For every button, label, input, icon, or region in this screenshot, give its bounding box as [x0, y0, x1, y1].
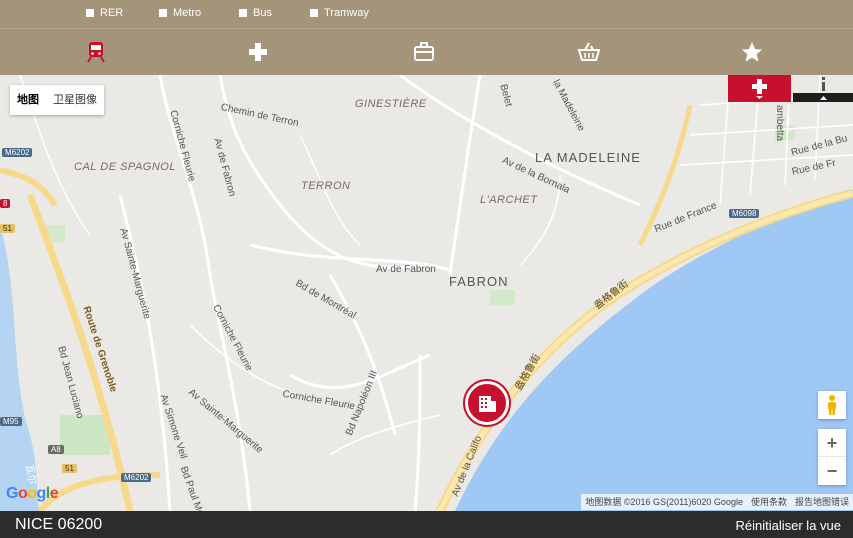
- category-shopping[interactable]: [577, 40, 601, 64]
- transport-filter-bar: RER Metro Bus Tramway: [0, 0, 853, 28]
- label-51-shield-2: 51: [0, 224, 15, 233]
- category-bar: [0, 28, 853, 75]
- label-larchet: L'ARCHET: [480, 194, 538, 206]
- label-gambetta: ambetta: [774, 105, 785, 142]
- filter-metro[interactable]: Metro: [159, 7, 201, 19]
- location-marker[interactable]: [465, 381, 509, 425]
- label-cal-de-spagnol: CAL DE SPAGNOL: [74, 161, 176, 173]
- label-la-madeleine: LA MADELEINE: [535, 150, 641, 165]
- filter-bus[interactable]: Bus: [239, 7, 272, 19]
- zoom-in-button[interactable]: +: [818, 429, 846, 457]
- label-m6202-shield: M6202: [2, 148, 33, 157]
- star-icon: [742, 42, 762, 62]
- map-base-layer: [0, 75, 853, 511]
- label-fabron: FABRON: [449, 274, 509, 289]
- checkbox-icon[interactable]: [310, 9, 318, 17]
- label-av-fabron-2: Av de Fabron: [376, 264, 436, 275]
- filter-label: Tramway: [324, 7, 369, 19]
- attribution-data: 地图数据 ©2016 GS(2011)6020 Google: [585, 497, 743, 507]
- map-type-satellite-button[interactable]: 卫星图像: [46, 85, 104, 115]
- checkbox-icon[interactable]: [86, 9, 94, 17]
- zoom-out-button[interactable]: −: [818, 457, 846, 485]
- train-icon: [87, 42, 105, 63]
- label-m6202-shield-2: M6202: [121, 473, 152, 482]
- street-view-pegman[interactable]: [818, 391, 846, 419]
- reset-view-link[interactable]: Réinitialiser la vue: [736, 518, 842, 533]
- map-type-toggle: 地图 卫星图像: [10, 85, 104, 115]
- pegman-icon: [828, 395, 836, 415]
- plus-icon: [752, 79, 767, 99]
- medical-cross-icon: [249, 43, 267, 61]
- category-favorites[interactable]: [740, 40, 764, 64]
- google-logo: Google: [6, 485, 59, 502]
- info-button[interactable]: [793, 75, 853, 102]
- filter-label: Metro: [173, 7, 202, 19]
- filter-label: RER: [100, 7, 124, 19]
- category-transport[interactable]: [84, 40, 108, 64]
- filter-label: Bus: [253, 7, 272, 19]
- briefcase-icon: [414, 42, 434, 61]
- shopping-basket-icon: [577, 42, 601, 61]
- map-attribution: 地图数据 ©2016 GS(2011)6020 Google 使用条款 报告地图…: [581, 494, 853, 510]
- map-canvas[interactable]: GINESTIÈRE LA MADELEINE CAL DE SPAGNOL T…: [0, 75, 853, 511]
- category-business[interactable]: [412, 40, 436, 64]
- filter-tramway[interactable]: Tramway: [310, 7, 369, 19]
- checkbox-icon[interactable]: [239, 9, 247, 17]
- location-title: NICE 06200: [15, 516, 103, 533]
- label-m6098-shield: M6098: [729, 209, 760, 218]
- info-icon: [793, 77, 853, 102]
- label-a8-shield: A8: [48, 445, 64, 454]
- label-ginestiere: GINESTIÈRE: [355, 98, 427, 110]
- category-health[interactable]: [246, 40, 270, 64]
- filter-rer[interactable]: RER: [86, 7, 123, 19]
- checkbox-icon[interactable]: [159, 9, 167, 17]
- zoom-control: + −: [818, 429, 846, 485]
- label-var-river: 瓦尔: [23, 463, 38, 486]
- report-error-link[interactable]: 报告地图错误: [791, 494, 853, 510]
- add-place-button[interactable]: [728, 75, 791, 102]
- label-8-shield: 8: [0, 199, 11, 208]
- footer-bar: NICE 06200 Réinitialiser la vue: [0, 511, 853, 538]
- label-51-shield: 51: [62, 464, 77, 473]
- label-terron: TERRON: [301, 180, 351, 192]
- map-type-map-button[interactable]: 地图: [10, 85, 46, 115]
- label-m95-shield: M95: [0, 417, 22, 426]
- building-icon: [479, 396, 496, 412]
- terms-link[interactable]: 使用条款: [747, 494, 791, 510]
